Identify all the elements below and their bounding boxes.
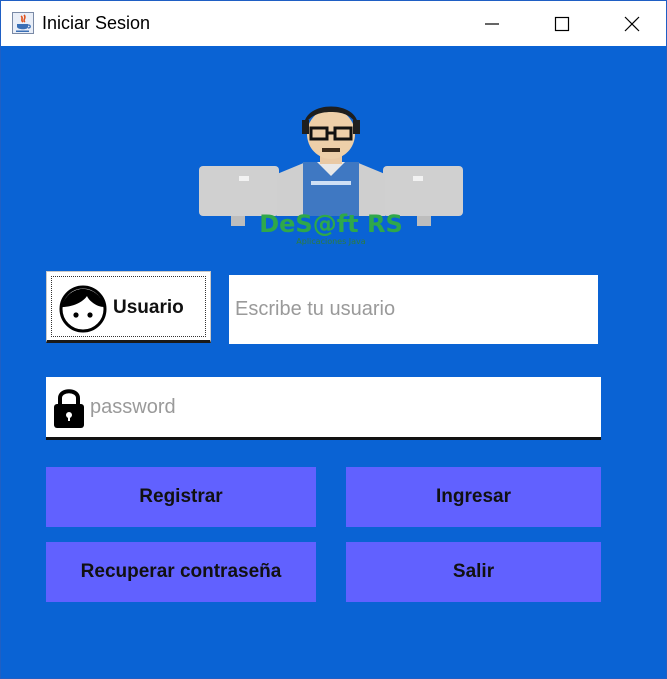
minimize-icon <box>485 22 499 25</box>
logo-tagline: Aplicaciones Java <box>296 237 366 246</box>
recuperar-contrasena-button[interactable]: Recuperar contraseña <box>46 542 316 602</box>
logo-brand-text: DeS@ft RS <box>259 210 403 238</box>
title-bar[interactable]: Iniciar Sesion <box>1 1 666 46</box>
desoft-logo: DeS@ft RS Aplicaciones Java <box>199 106 463 246</box>
salir-button[interactable]: Salir <box>346 542 601 602</box>
close-button[interactable] <box>597 1 667 46</box>
password-field[interactable] <box>46 377 601 440</box>
user-face-icon <box>59 285 107 333</box>
java-app-icon <box>12 12 34 34</box>
usuario-label: Usuario <box>113 297 184 318</box>
maximize-button[interactable] <box>527 1 597 46</box>
maximize-icon <box>554 16 570 31</box>
minimize-button[interactable] <box>457 1 527 46</box>
usuario-button[interactable]: Usuario <box>46 271 211 343</box>
registrar-button[interactable]: Registrar <box>46 467 316 527</box>
lock-icon <box>54 389 84 428</box>
close-icon <box>624 16 640 31</box>
window-title: Iniciar Sesion <box>42 13 151 33</box>
login-window: Iniciar Sesion DeS@ft RS Aplicaciones Ja… <box>0 0 667 679</box>
content-panel: DeS@ft RS Aplicaciones Java Usuario Escr… <box>1 46 666 678</box>
username-input[interactable] <box>229 275 598 344</box>
password-input[interactable] <box>90 377 595 437</box>
ingresar-button[interactable]: Ingresar <box>346 467 601 527</box>
